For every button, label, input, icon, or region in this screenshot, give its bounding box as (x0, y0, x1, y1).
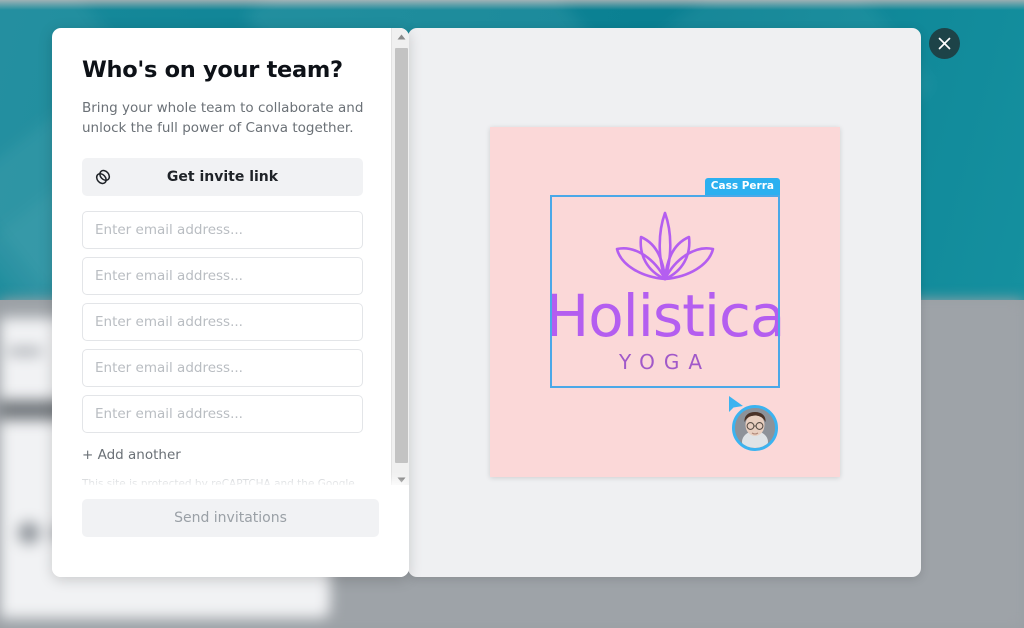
design-preview-panel: Holistica YOGA Cass Perra (408, 28, 921, 577)
triangle-down-icon (397, 477, 405, 482)
get-invite-link-button[interactable]: Get invite link (82, 158, 363, 196)
scrollbar-up-arrow[interactable] (392, 28, 409, 45)
modal-scroll-area: Who's on your team? Bring your whole tea… (52, 28, 409, 488)
modal-scrollbar[interactable] (391, 28, 409, 488)
chain-link-icon (95, 169, 111, 185)
email-input-5[interactable] (82, 395, 363, 433)
design-canvas[interactable]: Holistica YOGA Cass Perra (490, 127, 840, 477)
invite-team-modal: Who's on your team? Bring your whole tea… (52, 28, 409, 577)
modal-body: Who's on your team? Bring your whole tea… (52, 28, 409, 488)
modal-subtitle: Bring your whole team to collaborate and… (82, 100, 364, 136)
triangle-up-icon (397, 34, 405, 39)
modal-title: Who's on your team? (82, 57, 343, 83)
email-input-3[interactable] (82, 303, 363, 341)
email-input-4[interactable] (82, 349, 363, 387)
blurred-text (8, 348, 42, 355)
blurred-avatar (18, 522, 40, 544)
email-input-1[interactable] (82, 211, 363, 249)
user-avatar-image (735, 408, 775, 448)
scrollbar-thumb[interactable] (395, 48, 408, 463)
send-invitations-button[interactable]: Send invitations (82, 499, 379, 537)
element-selection-box[interactable]: Cass Perra (550, 178, 780, 388)
close-icon (938, 37, 951, 50)
collaborator-name-tag: Cass Perra (704, 178, 780, 195)
get-invite-link-label: Get invite link (166, 169, 279, 185)
email-input-2[interactable] (82, 257, 363, 295)
modal-footer: Send invitations (52, 485, 409, 577)
close-button[interactable] (929, 28, 960, 59)
collaborator-avatar[interactable] (732, 405, 778, 451)
add-another-button[interactable]: + Add another (82, 447, 181, 463)
